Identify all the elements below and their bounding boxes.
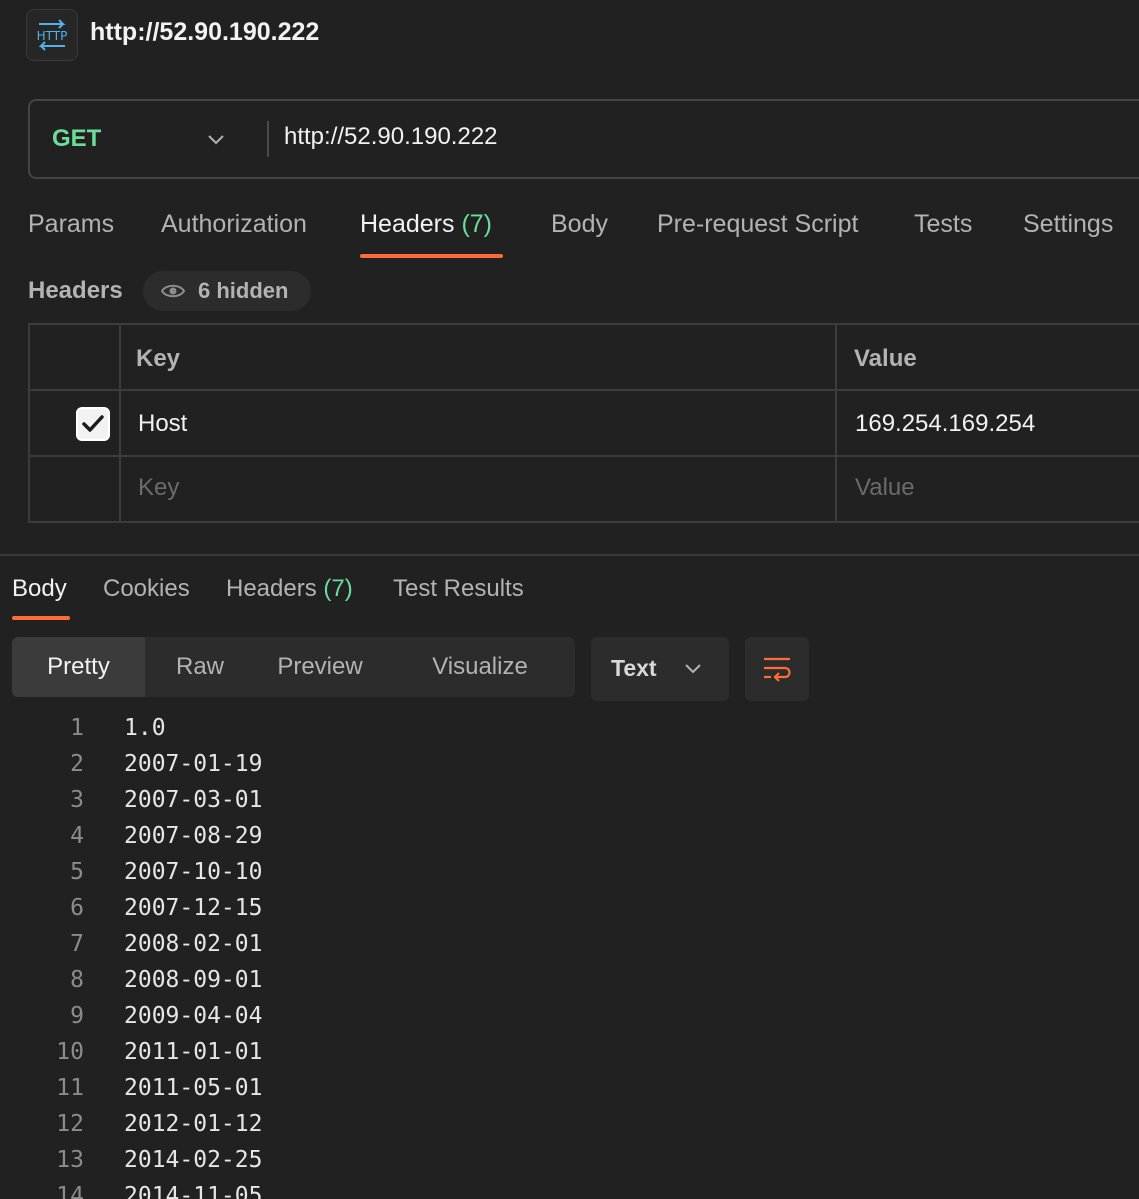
line-number: 14: [56, 1183, 84, 1199]
view-mode-segment: Pretty Raw Preview Visualize: [12, 637, 575, 697]
view-raw-button[interactable]: Raw: [145, 637, 255, 697]
code-line: 13 2014-02-25: [0, 1142, 1139, 1178]
line-text: 2008-09-01: [124, 967, 263, 993]
checkmark-icon: [82, 415, 104, 432]
view-visualize-button[interactable]: Visualize: [385, 637, 575, 697]
line-text: 2014-02-25: [124, 1147, 263, 1173]
method-label: GET: [52, 125, 102, 152]
hidden-headers-toggle[interactable]: 6 hidden: [143, 271, 311, 311]
code-line: 10 2011-01-01: [0, 1034, 1139, 1070]
wrap-lines-icon: [764, 657, 791, 682]
line-number: 11: [56, 1075, 84, 1101]
view-preview-button[interactable]: Preview: [255, 637, 385, 697]
code-line: 9 2009-04-04: [0, 998, 1139, 1034]
line-text: 2007-12-15: [124, 895, 263, 921]
code-line: 11 2011-05-01: [0, 1070, 1139, 1106]
header-value-cell[interactable]: 169.254.169.254: [855, 410, 1035, 438]
table-header-row: Key Value: [30, 325, 1139, 391]
method-select[interactable]: GET: [30, 101, 268, 177]
code-line: 5 2007-10-10: [0, 854, 1139, 890]
line-text: 2007-03-01: [124, 787, 263, 813]
column-header-value: Value: [854, 345, 917, 372]
line-number: 5: [70, 859, 84, 885]
tab-tests[interactable]: Tests: [914, 210, 972, 239]
line-text: 2014-11-05: [124, 1183, 263, 1199]
chevron-down-icon: [685, 664, 701, 674]
line-number: 8: [70, 967, 84, 993]
format-label: Text: [611, 655, 657, 681]
new-key-input[interactable]: Key: [138, 474, 179, 502]
line-number: 1: [70, 715, 84, 741]
line-number: 2: [70, 751, 84, 777]
line-text: 2011-01-01: [124, 1039, 263, 1065]
code-line: 12 2012-01-12: [0, 1106, 1139, 1142]
tab-body[interactable]: Body: [551, 210, 608, 239]
response-divider[interactable]: [0, 554, 1139, 556]
line-text: 2011-05-01: [124, 1075, 263, 1101]
header-key-cell[interactable]: Host: [138, 410, 187, 438]
chevron-down-icon: [208, 135, 224, 145]
hidden-headers-label: 6 hidden: [198, 278, 289, 303]
line-number: 3: [70, 787, 84, 813]
line-text: 2012-01-12: [124, 1111, 263, 1137]
line-number: 13: [56, 1147, 84, 1173]
tab-headers[interactable]: Headers (7): [360, 210, 492, 239]
response-tab-headers-count: (7): [323, 575, 353, 602]
active-response-tab-indicator: [12, 616, 70, 620]
svg-text:HTTP: HTTP: [37, 29, 68, 43]
response-tab-test-results[interactable]: Test Results: [393, 575, 524, 603]
url-input[interactable]: http://52.90.190.222: [284, 123, 498, 151]
line-text: 2009-04-04: [124, 1003, 263, 1029]
code-line: 1 1.0: [0, 710, 1139, 746]
headers-section-label: Headers: [28, 277, 123, 304]
format-select[interactable]: Text: [591, 637, 729, 701]
url-divider: [267, 121, 269, 157]
line-number: 12: [56, 1111, 84, 1137]
code-line: 4 2007-08-29: [0, 818, 1139, 854]
headers-table: Key Value Host 169.254.169.254 Key Value: [28, 323, 1139, 523]
wrap-lines-button[interactable]: [745, 637, 809, 701]
tab-headers-count: (7): [461, 210, 493, 238]
view-pretty-button[interactable]: Pretty: [12, 637, 145, 697]
response-tab-body[interactable]: Body: [12, 575, 67, 603]
line-text: 2007-10-10: [124, 859, 263, 885]
response-body[interactable]: 1 1.0 2 2007-01-19 3 2007-03-01 4 2007-0…: [0, 710, 1139, 1199]
page-title: http://52.90.190.222: [90, 18, 320, 46]
line-text: 2007-08-29: [124, 823, 263, 849]
code-line: 8 2008-09-01: [0, 962, 1139, 998]
code-line: 6 2007-12-15: [0, 890, 1139, 926]
code-line: 3 2007-03-01: [0, 782, 1139, 818]
line-number: 6: [70, 895, 84, 921]
tab-pre-request-script[interactable]: Pre-request Script: [657, 210, 858, 239]
tab-settings[interactable]: Settings: [1023, 210, 1113, 239]
line-text: 2008-02-01: [124, 931, 263, 957]
line-number: 9: [70, 1003, 84, 1029]
table-row-new: Key Value: [30, 457, 1139, 523]
header-enabled-checkbox[interactable]: [76, 407, 110, 441]
url-bar: GET http://52.90.190.222: [28, 99, 1139, 179]
new-value-input[interactable]: Value: [855, 474, 915, 502]
tab-authorization[interactable]: Authorization: [161, 210, 307, 239]
tab-params[interactable]: Params: [28, 210, 114, 239]
title-bar: HTTP http://52.90.190.222: [0, 0, 1139, 70]
table-row: Host 169.254.169.254: [30, 391, 1139, 457]
response-tab-cookies[interactable]: Cookies: [103, 575, 190, 603]
http-request-icon: HTTP: [26, 9, 78, 61]
code-line: 7 2008-02-01: [0, 926, 1139, 962]
active-tab-indicator: [360, 254, 503, 258]
line-number: 4: [70, 823, 84, 849]
code-line: 14 2014-11-05: [0, 1178, 1139, 1199]
response-tab-headers-label: Headers: [226, 575, 317, 602]
eye-icon: [161, 284, 185, 298]
code-line: 2 2007-01-19: [0, 746, 1139, 782]
request-tabs: Params Authorization Headers (7) Body Pr…: [0, 200, 1139, 262]
line-text: 2007-01-19: [124, 751, 263, 777]
tab-headers-label: Headers: [360, 210, 455, 238]
line-number: 7: [70, 931, 84, 957]
response-tab-headers[interactable]: Headers (7): [226, 575, 353, 603]
line-text: 1.0: [124, 715, 166, 741]
column-header-key: Key: [136, 345, 181, 372]
line-number: 10: [56, 1039, 84, 1065]
